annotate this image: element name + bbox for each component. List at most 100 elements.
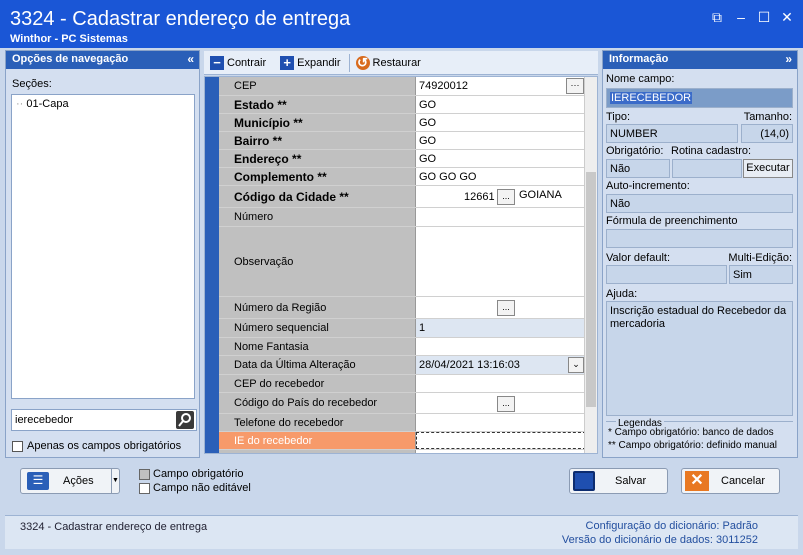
- grid-row-ie-recebedor[interactable]: IE do recebedor: [219, 432, 586, 450]
- row-value[interactable]: 74920012: [416, 77, 586, 95]
- collapse-right-icon[interactable]: »: [785, 52, 792, 66]
- row-label: Número da Região: [219, 297, 416, 318]
- row-label: Telefone do recebedor: [219, 414, 416, 431]
- city-lookup-button[interactable]: ...: [497, 189, 515, 205]
- grid-scrollbar-thumb[interactable]: [586, 172, 596, 407]
- required-value: Não: [606, 159, 670, 178]
- auto-increment-value: Não: [606, 194, 793, 213]
- routine-value: [672, 159, 742, 178]
- grid-row-estado[interactable]: Estado ** GO: [219, 96, 586, 114]
- chevron-down-icon[interactable]: ⌄: [568, 357, 584, 373]
- country-lookup-button[interactable]: ...: [497, 396, 515, 412]
- tree-item-capa[interactable]: ·· 01-Capa: [12, 95, 194, 113]
- row-value[interactable]: [416, 338, 586, 355]
- minimize-icon[interactable]: –: [733, 9, 749, 25]
- help-value: Inscrição estadual do Recebedor da merca…: [606, 301, 793, 416]
- collapse-left-icon[interactable]: «: [187, 52, 194, 66]
- row-value[interactable]: [416, 227, 586, 296]
- row-label: Município **: [219, 114, 416, 131]
- grid-scrollbar[interactable]: [584, 77, 597, 453]
- grid-row-cep[interactable]: CEP 74920012 ···: [219, 77, 586, 96]
- checkbox-box[interactable]: [12, 440, 23, 452]
- grid-gutter: [205, 77, 219, 453]
- grid-row-municipio[interactable]: Município ** GO: [219, 114, 586, 132]
- field-search-input[interactable]: ierecebedor: [11, 409, 197, 431]
- row-value: 1: [416, 319, 586, 337]
- grid-row-partial: [219, 450, 586, 453]
- cancel-label: Cancelar: [721, 475, 766, 487]
- multi-edit-label: Multi-Edição:: [728, 252, 792, 264]
- required-label: Obrigatório:: [606, 145, 664, 157]
- save-button[interactable]: Salvar: [569, 468, 668, 494]
- formula-label: Fórmula de preenchimento: [606, 215, 738, 227]
- grid-row-complemento[interactable]: Complemento ** GO GO GO: [219, 168, 586, 186]
- grid-row-telefone-recebedor[interactable]: Telefone do recebedor: [219, 414, 586, 432]
- grid-row-endereco[interactable]: Endereço ** GO: [219, 150, 586, 168]
- grid-row-numero-sequencial: Número sequencial 1: [219, 319, 586, 338]
- execute-button[interactable]: Executar: [743, 159, 793, 178]
- default-value-field: [606, 265, 727, 284]
- only-required-checkbox[interactable]: Apenas os campos obrigatórios: [12, 440, 181, 452]
- row-value[interactable]: GO: [416, 132, 586, 149]
- restore-arrow-icon: ↺: [355, 54, 370, 70]
- row-label: Código da Cidade **: [219, 186, 416, 207]
- close-icon[interactable]: ✕: [779, 9, 795, 25]
- legend-required-swatch: [139, 468, 150, 480]
- search-icon[interactable]: [176, 411, 194, 429]
- cancel-button[interactable]: ✕ Cancelar: [681, 468, 780, 494]
- information-panel: Informação » Nome campo: IERECEBEDOR Tip…: [602, 50, 798, 458]
- grid-row-cep-recebedor[interactable]: CEP do recebedor: [219, 375, 586, 393]
- row-label: CEP do recebedor: [219, 375, 416, 392]
- actions-dropdown-icon[interactable]: ▼: [111, 469, 119, 493]
- sections-tree[interactable]: ·· 01-Capa: [11, 94, 195, 399]
- row-label-selected: IE do recebedor: [219, 432, 416, 449]
- dictionary-version-value: 3011252: [715, 534, 758, 546]
- grid-row-codigo-cidade[interactable]: Código da Cidade ** 12661 GOIANA ...: [219, 186, 586, 208]
- row-label: Código do País do recebedor: [219, 393, 416, 413]
- title-bar: 3324 - Cadastrar endereço de entrega Win…: [0, 0, 803, 48]
- row-label: Complemento **: [219, 168, 416, 185]
- row-value[interactable]: [416, 414, 586, 431]
- window-subtitle: Winthor - PC Sistemas: [10, 33, 128, 45]
- row-value[interactable]: GO: [416, 150, 586, 167]
- grid-row-bairro[interactable]: Bairro ** GO: [219, 132, 586, 150]
- dictionary-version-label: Versão do dicionário de dados:: [561, 534, 713, 546]
- actions-button[interactable]: ☰ Ações ▼: [20, 468, 120, 494]
- toolbar-divider: [348, 53, 350, 72]
- restore-icon[interactable]: ⧉: [709, 9, 725, 25]
- expand-button[interactable]: + Expandir: [280, 55, 341, 70]
- row-value[interactable]: GO GO GO: [416, 168, 586, 185]
- legend-required-manual: ** Campo obrigatório: definido manual: [608, 440, 777, 451]
- tree-connector-icon: ··: [16, 98, 24, 110]
- row-label: [219, 450, 416, 453]
- default-value-label: Valor default:: [606, 252, 671, 264]
- save-label: Salvar: [615, 475, 647, 487]
- dictionary-config-label: Configuração do dicionário:: [585, 520, 720, 532]
- grid-row-nome-fantasia[interactable]: Nome Fantasia: [219, 338, 586, 356]
- size-value: (14,0): [741, 124, 793, 143]
- restore-button[interactable]: ↺ Restaurar: [355, 54, 421, 70]
- field-name-value: IERECEBEDOR: [606, 88, 793, 108]
- information-panel-header: Informação »: [603, 51, 797, 69]
- grid-row-numero[interactable]: Número: [219, 208, 586, 227]
- row-value[interactable]: GO: [416, 96, 586, 113]
- row-value[interactable]: [416, 375, 586, 392]
- collapse-button[interactable]: − Contrair: [210, 55, 266, 70]
- row-label: Número sequencial: [219, 319, 416, 337]
- only-required-label: Apenas os campos obrigatórios: [27, 440, 182, 452]
- cep-lookup-button[interactable]: ···: [566, 78, 584, 94]
- ie-recebedor-input[interactable]: [416, 432, 586, 449]
- city-name-value: GOIANA: [519, 189, 562, 201]
- grid-row-codigo-pais-recebedor[interactable]: Código do País do recebedor ...: [219, 393, 586, 414]
- row-value[interactable]: [416, 208, 586, 226]
- field-name-label: Nome campo:: [606, 73, 675, 85]
- region-lookup-button[interactable]: ...: [497, 300, 515, 316]
- row-value[interactable]: GO: [416, 114, 586, 131]
- legend-box: Legendas * Campo obrigatório: banco de d…: [606, 418, 793, 456]
- maximize-icon[interactable]: ☐: [756, 9, 772, 25]
- grid-row-data-alteracao: Data da Última Alteração 28/04/2021 13:1…: [219, 356, 586, 375]
- auto-increment-label: Auto-incremento:: [606, 180, 690, 192]
- city-code-value: 12661: [464, 191, 495, 203]
- grid-row-observacao[interactable]: Observação: [219, 227, 586, 297]
- grid-row-numero-regiao[interactable]: Número da Região ...: [219, 297, 586, 319]
